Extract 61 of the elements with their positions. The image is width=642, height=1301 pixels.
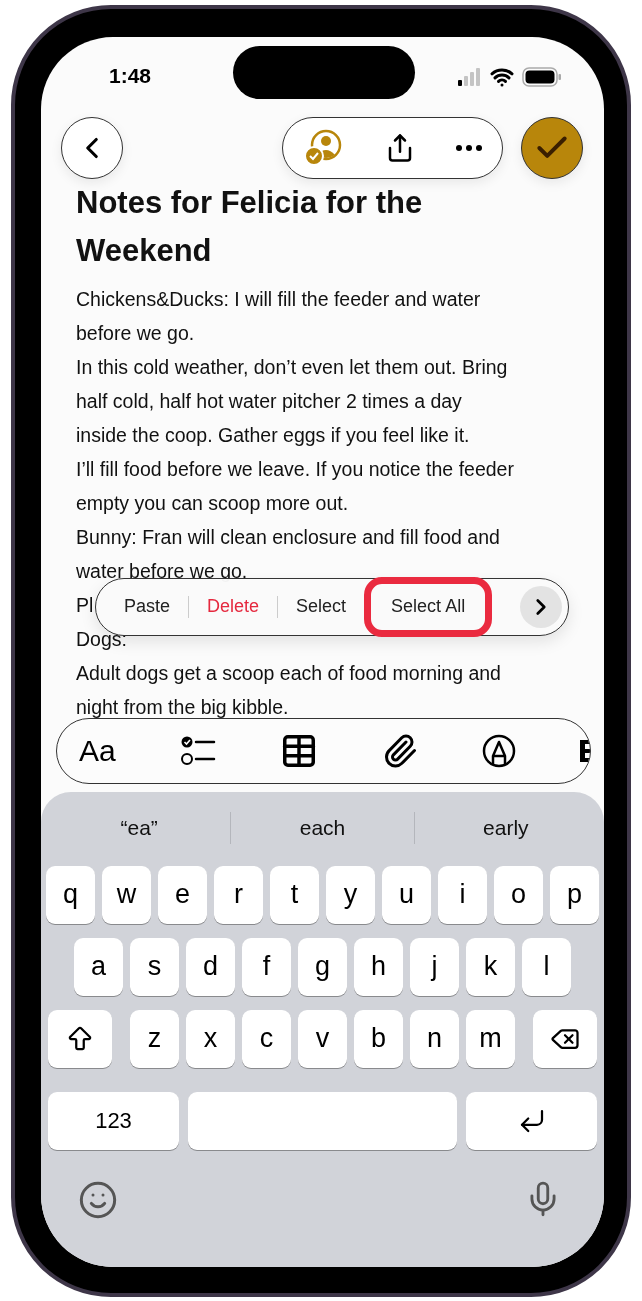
keyboard-key[interactable]: f <box>242 937 291 996</box>
ellipsis-icon <box>455 144 482 151</box>
suggestion[interactable]: early <box>414 807 597 848</box>
keyboard-key[interactable]: u <box>382 865 431 924</box>
suggestion[interactable]: each <box>231 807 414 848</box>
keyboard-key[interactable]: x <box>186 1009 235 1068</box>
number-key[interactable]: 123 <box>48 1091 179 1150</box>
note-text-line: Adult dogs get a scoop each of food morning and <box>76 660 501 686</box>
delete-key[interactable] <box>533 1009 597 1068</box>
shift-key[interactable] <box>48 1009 112 1068</box>
keyboard-key[interactable]: i <box>438 865 487 924</box>
keyboard-key[interactable]: b <box>354 1009 403 1068</box>
note-text-line: before we go. <box>76 320 195 346</box>
note-text-line: night from the big kibble. <box>76 694 289 720</box>
note-text-line: half cold, half hot water pitcher 2 times a day <box>76 388 462 414</box>
note-text-line: water before we go. <box>76 558 248 584</box>
keyboard-key[interactable]: y <box>326 865 375 924</box>
note-text-line: Chickens&Ducks: I will fill the feeder and water <box>76 286 481 312</box>
keyboard-key[interactable]: r <box>214 865 263 924</box>
keyboard-key[interactable]: c <box>242 1009 291 1068</box>
keyboard-key[interactable]: g <box>298 937 347 996</box>
keyboard-key[interactable]: s <box>130 937 179 996</box>
keyboard-key[interactable]: d <box>186 937 235 996</box>
keyboard-key[interactable]: j <box>410 937 459 996</box>
menu-item[interactable]: Select All <box>373 586 484 627</box>
menu-item[interactable]: Paste <box>106 586 189 627</box>
note-title: Notes for Felicia for the Weekend <box>76 183 424 270</box>
keyboard-key[interactable]: z <box>130 1009 179 1068</box>
checklist-icon[interactable] <box>179 734 216 767</box>
more-button[interactable] <box>455 144 482 151</box>
note-text-line: Pl <box>76 592 94 618</box>
keyboard-key[interactable]: e <box>158 865 207 924</box>
keyboard-key[interactable]: o <box>494 865 543 924</box>
menu-item[interactable]: Select <box>278 586 365 627</box>
note-text-line: In this cold weather, don’t even let them out. Bring <box>76 354 508 380</box>
signal-icon <box>458 67 482 86</box>
note-text-line: Bunny: Fran will clean enclosure and fill food and <box>76 524 500 550</box>
keyboard-key[interactable]: n <box>410 1009 459 1068</box>
status-time: 1:48 <box>109 63 152 88</box>
keyboard-key[interactable]: a <box>74 937 123 996</box>
keyboard-key[interactable]: l <box>522 937 571 996</box>
note-text-line: inside the coop. Gather eggs if you feel like it. <box>76 422 470 448</box>
keyboard-key[interactable]: q <box>46 865 95 924</box>
note-text-line: Dogs: <box>76 626 127 652</box>
text-style-button[interactable]: Aa <box>79 733 116 768</box>
menu-item[interactable]: Delete <box>189 586 278 627</box>
keyboard-key[interactable]: v <box>298 1009 347 1068</box>
suggestion[interactable]: “ea” <box>48 807 231 848</box>
keyboard-key[interactable]: m <box>466 1009 515 1068</box>
cut-off-icon[interactable] <box>579 737 590 764</box>
emoji-icon[interactable] <box>78 1179 118 1220</box>
battery-icon <box>522 66 562 87</box>
keyboard-key[interactable]: p <box>550 865 599 924</box>
keyboard-key[interactable]: w <box>102 865 151 924</box>
more-options-button[interactable] <box>520 585 562 628</box>
keyboard-key[interactable]: t <box>270 865 319 924</box>
keyboard-key[interactable]: h <box>354 937 403 996</box>
note-text-line: I’ll fill food before we leave. If you notice the feeder <box>76 456 514 482</box>
keyboard-key[interactable]: k <box>466 937 515 996</box>
note-text-line: empty you can scoop more out. <box>76 490 349 516</box>
pen-circle-icon[interactable] <box>481 733 516 768</box>
